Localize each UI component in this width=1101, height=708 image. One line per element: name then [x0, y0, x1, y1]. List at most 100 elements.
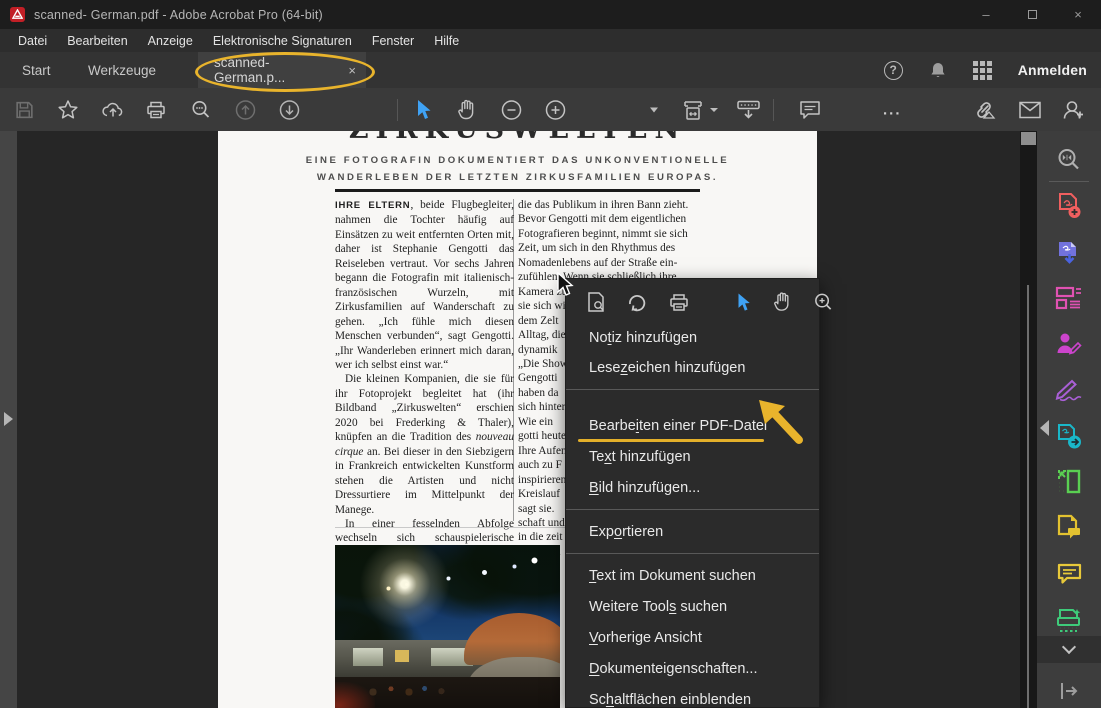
- create-pdf-icon[interactable]: [1054, 191, 1084, 221]
- menu-separator: [566, 509, 819, 510]
- expand-left-pane-icon[interactable]: [4, 412, 13, 426]
- collapse-right-pane-icon[interactable]: [1040, 420, 1049, 436]
- print-icon[interactable]: [145, 99, 167, 120]
- more-tools-chevron-icon: [1062, 640, 1076, 654]
- request-signatures-icon[interactable]: [1054, 329, 1084, 359]
- cloud-upload-icon[interactable]: [101, 99, 125, 120]
- comment-icon[interactable]: [798, 99, 822, 121]
- maximize-button[interactable]: [1009, 0, 1055, 29]
- scrollbar-thumb[interactable]: [1021, 132, 1036, 145]
- context-menu-icon-row: [566, 285, 819, 319]
- rotate-view-icon[interactable]: [626, 291, 648, 313]
- menu-item-exportieren[interactable]: Exportieren: [566, 517, 819, 547]
- article-photo: [335, 545, 560, 708]
- title-bar: scanned- German.pdf - Adobe Acrobat Pro …: [0, 0, 1101, 29]
- menu-datei[interactable]: Datei: [8, 31, 57, 51]
- email-icon[interactable]: [1018, 100, 1042, 119]
- fit-dropdown-caret-icon[interactable]: [710, 108, 718, 112]
- zoom-tools-icon[interactable]: [190, 99, 212, 121]
- more-tools-row[interactable]: [1037, 636, 1101, 663]
- vertical-scrollbar[interactable]: [1020, 131, 1037, 708]
- sidebar-separator: [1049, 181, 1089, 182]
- menu-fenster[interactable]: Fenster: [362, 31, 424, 51]
- tab-werkzeuge[interactable]: Werkzeuge: [78, 52, 166, 88]
- menu-anzeige[interactable]: Anzeige: [138, 31, 203, 51]
- help-icon[interactable]: ?: [884, 61, 903, 80]
- tab-start[interactable]: Start: [12, 52, 61, 88]
- hand-tool-icon[interactable]: [456, 98, 478, 121]
- menu-item-weitere-tools[interactable]: Weitere Tools suchen: [566, 592, 819, 622]
- tools-sidebar: [1037, 131, 1101, 708]
- zoom-dropdown-caret-icon[interactable]: [650, 107, 658, 112]
- menu-bearbeiten[interactable]: Bearbeiten: [57, 31, 137, 51]
- photo-trailer-window: [395, 650, 409, 662]
- tab-document-label: scanned- German.p...: [214, 55, 340, 85]
- menu-item-lesezeichen-hinzufuegen[interactable]: Lesezeichen hinzufügen: [566, 353, 819, 383]
- article-subtitle: EINE FOTOGRAFIN DOKUMENTIERT DAS UNKONVE…: [218, 152, 817, 186]
- next-page-icon[interactable]: [278, 98, 301, 121]
- select-tool-icon[interactable]: [413, 99, 433, 121]
- scrollbar-hairline: [1027, 285, 1029, 708]
- comment-icon[interactable]: [1054, 559, 1084, 589]
- menu-item-vorherige-ansicht[interactable]: Vorherige Ansicht: [566, 623, 819, 653]
- toolbar-separator: [773, 99, 774, 121]
- photo-trailer-window: [353, 648, 383, 666]
- find-document-icon[interactable]: [1054, 145, 1084, 175]
- left-panel-strip: [0, 131, 17, 708]
- menu-item-text-hinzufuegen[interactable]: Text hinzufügen: [566, 442, 819, 472]
- menu-bar: Datei Bearbeiten Anzeige Elektronische S…: [0, 29, 1101, 52]
- more-tools-icon[interactable]: ...: [883, 101, 902, 118]
- menu-separator: [566, 553, 819, 554]
- headline-rule: [335, 189, 700, 192]
- add-user-icon[interactable]: [1061, 98, 1086, 121]
- previous-page-icon[interactable]: [234, 98, 257, 121]
- select-tool-icon[interactable]: [734, 291, 752, 313]
- menu-hilfe[interactable]: Hilfe: [424, 31, 469, 51]
- document-canvas: ZIRKUSWELTEN EINE FOTOGRAFIN DOKUMENTIER…: [0, 131, 1101, 708]
- maximize-icon: [1028, 10, 1037, 19]
- export-pdf-icon[interactable]: [1054, 237, 1084, 267]
- article-column-left: IHRE ELTERN, beide Flugbegleiter, nahmen…: [335, 198, 514, 604]
- acrobat-window: scanned- German.pdf - Adobe Acrobat Pro …: [0, 0, 1101, 708]
- save-icon[interactable]: [14, 99, 35, 120]
- close-button[interactable]: ×: [1055, 0, 1101, 29]
- zoom-in-icon[interactable]: [544, 98, 567, 121]
- tab-document[interactable]: scanned- German.p... ×: [198, 52, 366, 88]
- zoom-out-icon[interactable]: [500, 98, 523, 121]
- photo-bicycles: [355, 684, 475, 700]
- minimize-button[interactable]: –: [963, 0, 1009, 29]
- scan-fold-line: [335, 527, 575, 528]
- menu-item-bild-hinzufuegen[interactable]: Bild hinzufügen...: [566, 473, 819, 503]
- article-para2: Die kleinen Kompanien, die sie für ihr F…: [335, 372, 514, 517]
- scan-ocr-icon[interactable]: [1054, 605, 1084, 635]
- share-link-icon[interactable]: [972, 98, 998, 122]
- tab-close-icon[interactable]: ×: [348, 63, 356, 78]
- menu-item-notiz-hinzufuegen[interactable]: Notiz hinzufügen: [566, 323, 819, 353]
- main-toolbar: 1 / 1 150% ...: [0, 88, 1101, 131]
- article-headline-clip: ZIRKUSWELTEN: [218, 131, 817, 142]
- context-menu: Notiz hinzufügen Lesezeichen hinzufügen …: [565, 278, 820, 708]
- sign-in-button[interactable]: Anmelden: [1018, 62, 1087, 78]
- menu-item-bearbeiten-pdf[interactable]: Bearbeiten einer PDF-Datei: [566, 411, 819, 441]
- menu-item-dokumenteigenschaften[interactable]: Dokumenteigenschaften...: [566, 654, 819, 684]
- fit-width-icon[interactable]: [682, 98, 708, 122]
- menu-item-schaltflaechen-einblenden[interactable]: Schaltflächen einblenden: [566, 685, 819, 708]
- print-icon[interactable]: [668, 291, 690, 313]
- snapshot-page-icon[interactable]: [586, 291, 606, 313]
- crop-pages-icon[interactable]: [1054, 467, 1084, 497]
- hand-tool-icon[interactable]: [772, 291, 793, 313]
- menu-elektronische-signaturen[interactable]: Elektronische Signaturen: [203, 31, 362, 51]
- zoom-in-icon[interactable]: [813, 291, 834, 313]
- menu-item-text-suchen[interactable]: Text im Dokument suchen: [566, 561, 819, 591]
- article-headline: ZIRKUSWELTEN: [218, 131, 817, 142]
- star-favorites-icon[interactable]: [57, 99, 79, 121]
- organize-pages-icon[interactable]: [1054, 283, 1084, 313]
- page-scrolling-icon[interactable]: [735, 98, 762, 121]
- fill-sign-icon[interactable]: [1054, 375, 1084, 405]
- article-para1: , beide Flugbegleiter, nahmen die Tochte…: [335, 199, 514, 371]
- apps-grid-icon[interactable]: [973, 61, 992, 80]
- edit-pdf-comment-icon[interactable]: [1054, 513, 1084, 543]
- send-for-signature-icon[interactable]: [1054, 421, 1084, 451]
- collapse-pane-icon[interactable]: [1054, 676, 1084, 706]
- notifications-bell-icon[interactable]: [929, 61, 947, 80]
